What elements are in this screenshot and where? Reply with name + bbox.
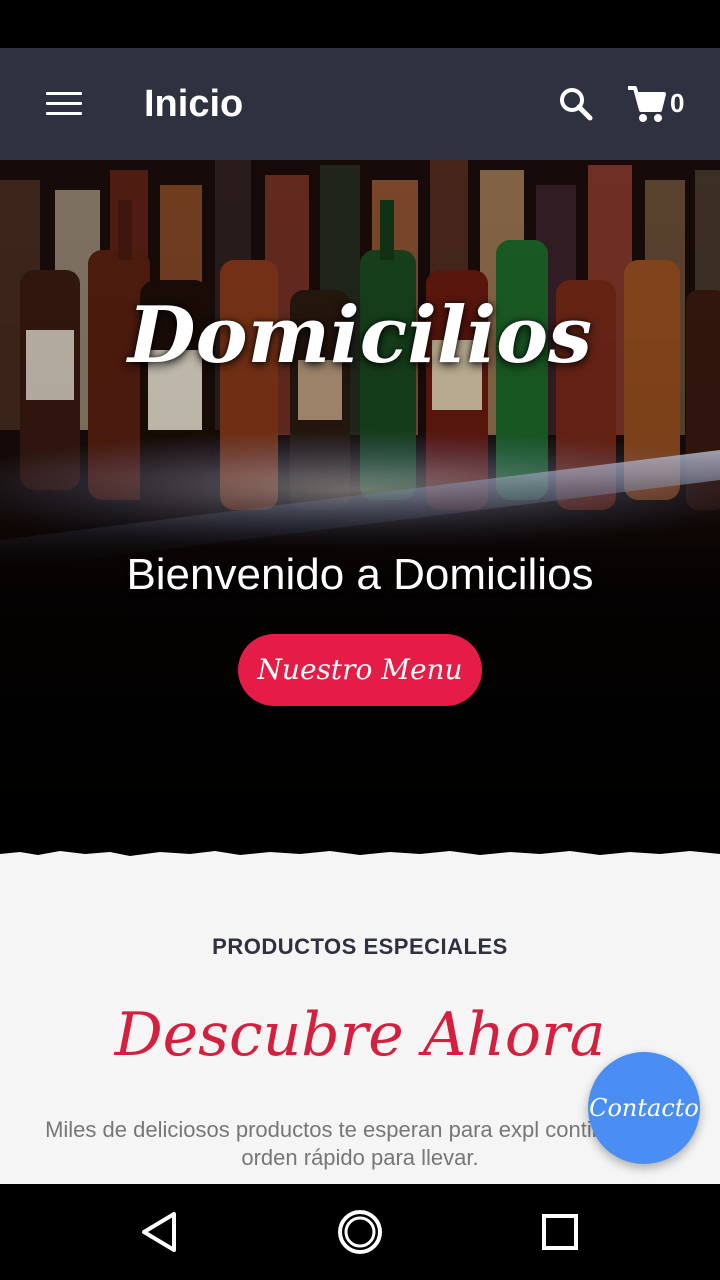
back-icon[interactable] bbox=[136, 1208, 184, 1256]
hero-title: Domicilios bbox=[127, 290, 593, 381]
hero-subtitle: Bienvenido a Domicilios bbox=[126, 550, 594, 599]
cart-count: 0 bbox=[670, 88, 685, 118]
home-icon[interactable] bbox=[336, 1208, 384, 1256]
search-icon[interactable] bbox=[556, 84, 596, 124]
status-bar bbox=[0, 0, 720, 48]
page-title: Inicio bbox=[144, 83, 244, 125]
system-nav-bar bbox=[0, 1184, 720, 1280]
cart-icon bbox=[628, 86, 666, 122]
hero-background-image bbox=[0, 160, 720, 860]
section-title: Descubre Ahora bbox=[114, 1000, 606, 1070]
section-description: Miles de deliciosos productos te esperan… bbox=[45, 1117, 675, 1170]
section-kicker: PRODUCTOS ESPECIALES bbox=[212, 934, 508, 959]
our-menu-button[interactable]: Nuestro Menu bbox=[238, 634, 482, 706]
contact-fab-button[interactable]: Contacto bbox=[588, 1052, 700, 1164]
cart-button[interactable]: 0 bbox=[626, 82, 694, 126]
menu-icon[interactable] bbox=[44, 90, 84, 118]
hero-banner: Domicilios Bienvenido a Domicilios Nuest… bbox=[0, 160, 720, 860]
app-bar: Inicio 0 bbox=[0, 48, 720, 160]
recents-icon[interactable] bbox=[536, 1208, 584, 1256]
